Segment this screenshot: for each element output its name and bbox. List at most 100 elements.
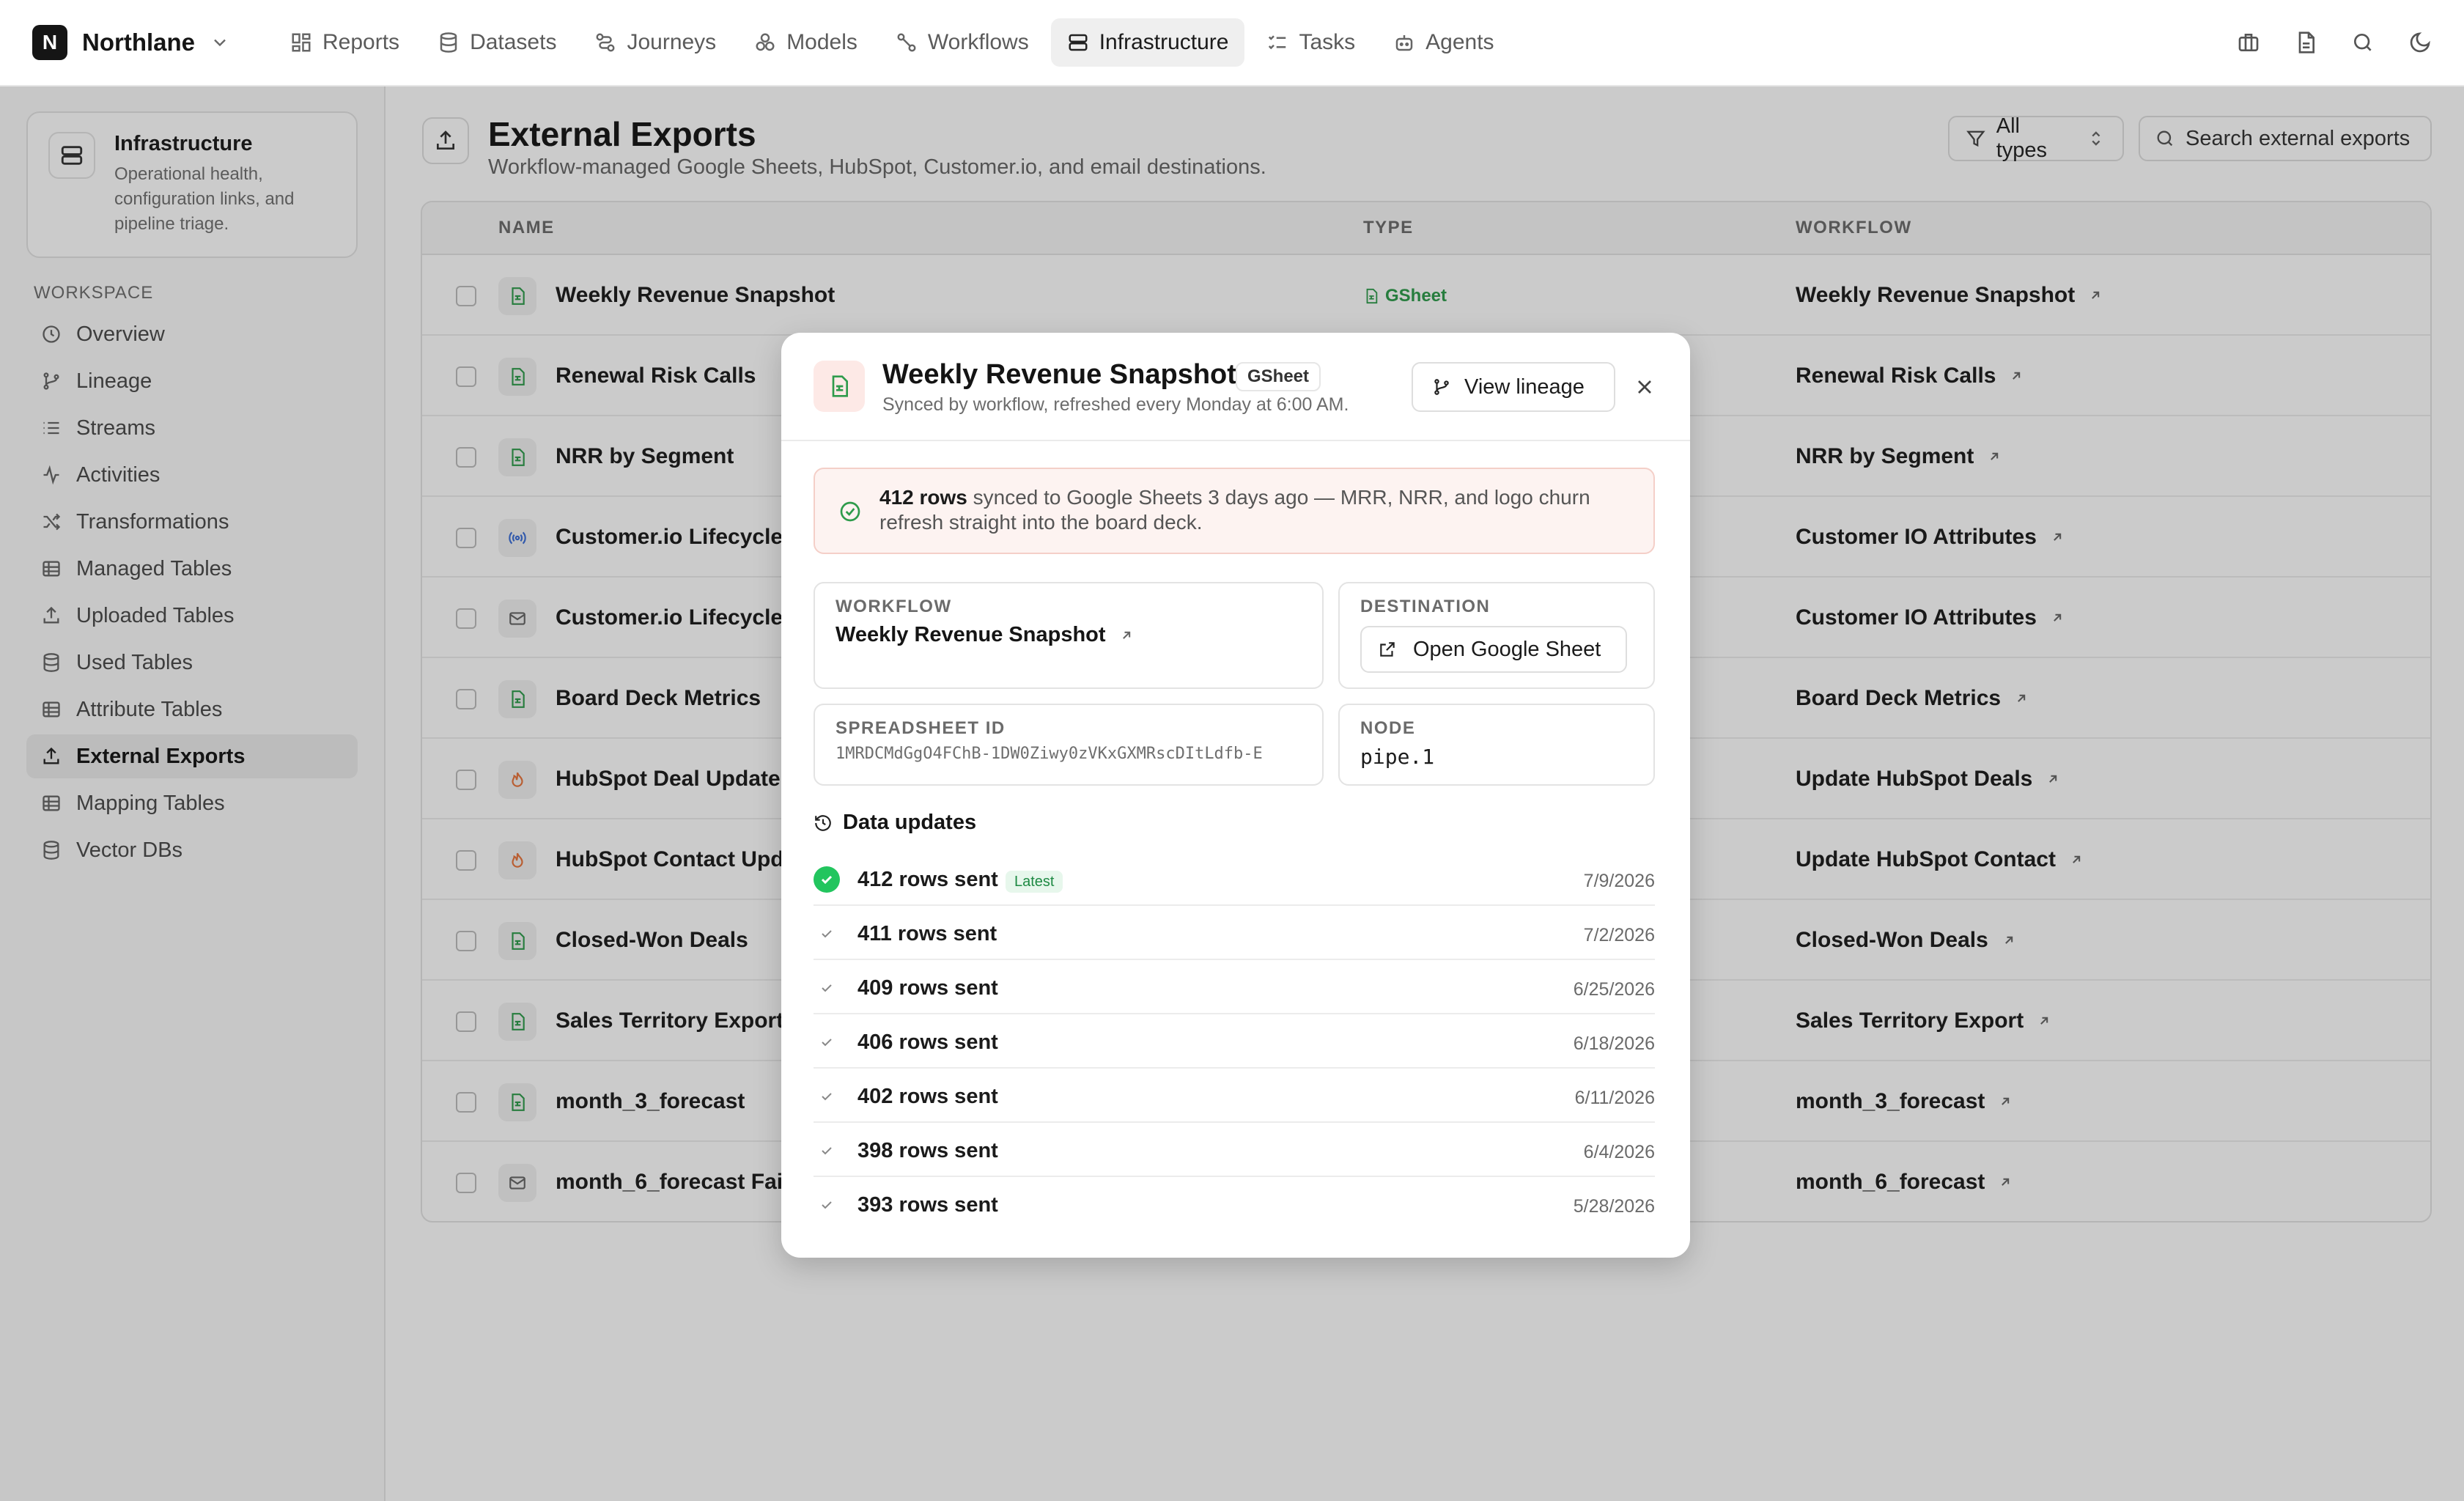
spreadsheet-id-value[interactable]: 1MRDCMdGgO4FChB-1DW0Ziwy0zVKxGXMRscDItLd… <box>836 745 1302 763</box>
update-date: 6/18/2026 <box>1573 1033 1655 1054</box>
workspace-switcher[interactable]: N Northlane <box>32 25 230 60</box>
sent-status <box>814 1137 840 1164</box>
sync-status-alert: 412 rows synced to Google Sheets 3 days … <box>814 468 1655 554</box>
nav-infrastructure[interactable]: Infrastructure <box>1050 18 1245 67</box>
document-icon[interactable] <box>2294 31 2317 54</box>
nav-agents[interactable]: Agents <box>1377 18 1510 67</box>
open-google-sheet-button[interactable]: Open Google Sheet <box>1360 626 1627 673</box>
spreadsheet-id-card: SPREADSHEET ID 1MRDCMdGgO4FChB-1DW0Ziwy0… <box>814 704 1324 786</box>
reports-icon <box>292 33 311 52</box>
datasets-icon <box>440 32 457 53</box>
data-update-row: 402 rows sent 6/11/2026 <box>814 1069 1655 1123</box>
check-icon <box>822 1093 832 1101</box>
external-link-icon <box>1380 642 1395 657</box>
nav-label: Agents <box>1425 30 1494 54</box>
nav-label: Reports <box>322 30 400 54</box>
check-icon <box>822 1039 832 1047</box>
search-icon[interactable] <box>2351 31 2375 54</box>
data-updates-title: Data updates <box>843 811 977 834</box>
nav-models[interactable]: Models <box>738 18 874 67</box>
check-icon <box>821 875 833 885</box>
rows-sent: 398 rows sent <box>857 1139 998 1162</box>
type-badge: GSheet <box>1236 362 1321 391</box>
moon-icon[interactable] <box>2408 31 2432 54</box>
update-date: 6/4/2026 <box>1583 1142 1655 1162</box>
data-update-row: 412 rows sent Latest 7/9/2026 <box>814 852 1655 906</box>
nav-label: Workflows <box>927 30 1029 54</box>
models-icon <box>756 33 775 51</box>
sync-status-detail: synced to Google Sheets 3 days ago — MRR… <box>879 486 1590 534</box>
check-icon <box>822 930 832 938</box>
dialog-header: Weekly Revenue Snapshot GSheet Synced by… <box>781 333 1690 441</box>
nav-workflows[interactable]: Workflows <box>879 18 1045 67</box>
spreadsheet-id-label: SPREADSHEET ID <box>836 718 1006 738</box>
data-update-row: 411 rows sent 7/2/2026 <box>814 906 1655 960</box>
nav-datasets[interactable]: Datasets <box>421 18 572 67</box>
check-icon <box>822 1201 832 1209</box>
data-updates-header: Data updates <box>814 811 976 835</box>
data-update-row: 393 rows sent 5/28/2026 <box>814 1177 1655 1231</box>
data-update-row: 398 rows sent 6/4/2026 <box>814 1123 1655 1177</box>
nav-label: Tasks <box>1299 30 1356 54</box>
latest-badge: Latest <box>1006 871 1063 893</box>
data-update-row: 406 rows sent 6/18/2026 <box>814 1014 1655 1069</box>
journeys-icon <box>596 33 615 52</box>
nav-reports[interactable]: Reports <box>274 18 416 67</box>
dialog-icon-box <box>814 361 865 412</box>
nav-label: Infrastructure <box>1099 30 1229 54</box>
sent-status <box>814 1083 840 1110</box>
success-status <box>814 866 840 893</box>
update-date: 5/28/2026 <box>1573 1196 1655 1217</box>
close-icon[interactable] <box>1633 375 1656 399</box>
history-icon <box>815 814 831 831</box>
workflow-value: Weekly Revenue Snapshot <box>836 623 1106 646</box>
workflow-link[interactable]: Weekly Revenue Snapshot <box>836 623 1302 647</box>
node-card: NODE pipe.1 <box>1338 704 1655 786</box>
workflow-card: WORKFLOW Weekly Revenue Snapshot <box>814 582 1324 689</box>
nav-label: Models <box>786 30 857 54</box>
branch-icon <box>1434 379 1449 395</box>
export-detail-dialog: Weekly Revenue Snapshot GSheet Synced by… <box>781 333 1690 1258</box>
sent-status <box>814 975 840 1001</box>
data-updates-list: 412 rows sent Latest 7/9/2026 411 rows sent… <box>814 852 1655 1231</box>
sheet-icon <box>832 375 848 397</box>
dialog-title: Weekly Revenue Snapshot <box>882 359 1236 390</box>
check-icon <box>822 984 832 992</box>
dialog-subtitle: Synced by workflow, refreshed every Mond… <box>882 394 1349 415</box>
check-circle-icon <box>840 501 860 522</box>
view-lineage-button[interactable]: View lineage <box>1412 362 1615 412</box>
app-logo: N <box>32 25 67 60</box>
nav-label: Journeys <box>627 30 717 54</box>
main-nav: Reports Datasets Journeys Models Workflo… <box>274 18 1511 67</box>
agents-icon <box>1395 35 1413 51</box>
external-arrow-icon <box>1122 631 1130 639</box>
sync-row-count: 412 rows <box>879 486 967 509</box>
sent-status <box>814 1192 840 1218</box>
top-actions <box>2237 31 2432 54</box>
infrastructure-icon <box>1069 34 1088 51</box>
update-date: 6/25/2026 <box>1573 979 1655 1000</box>
app-name: Northlane <box>82 29 196 56</box>
rows-sent: 393 rows sent <box>857 1193 998 1217</box>
nav-tasks[interactable]: Tasks <box>1250 18 1371 67</box>
tasks-icon <box>1269 35 1286 50</box>
destination-card: DESTINATION Open Google Sheet <box>1338 582 1655 689</box>
node-label: NODE <box>1360 718 1416 738</box>
update-date: 7/9/2026 <box>1583 871 1655 891</box>
rows-sent: 402 rows sent <box>857 1085 998 1108</box>
node-value: pipe.1 <box>1360 745 1435 769</box>
nav-journeys[interactable]: Journeys <box>578 18 732 67</box>
check-icon <box>822 1147 832 1155</box>
view-lineage-label: View lineage <box>1464 375 1585 399</box>
sync-status-text: 412 rows synced to Google Sheets 3 days … <box>879 485 1634 535</box>
destination-label: DESTINATION <box>1360 597 1491 616</box>
data-update-row: 409 rows sent 6/25/2026 <box>814 960 1655 1014</box>
rows-sent: 412 rows sent <box>857 868 998 891</box>
briefcase-icon[interactable] <box>2237 31 2260 54</box>
nav-label: Datasets <box>470 30 557 54</box>
sent-status <box>814 921 840 947</box>
rows-sent: 409 rows sent <box>857 976 998 1000</box>
sent-status <box>814 1029 840 1055</box>
open-google-sheet-label: Open Google Sheet <box>1413 637 1601 661</box>
top-bar: N Northlane Reports Datasets Journeys Mo… <box>0 0 2464 86</box>
